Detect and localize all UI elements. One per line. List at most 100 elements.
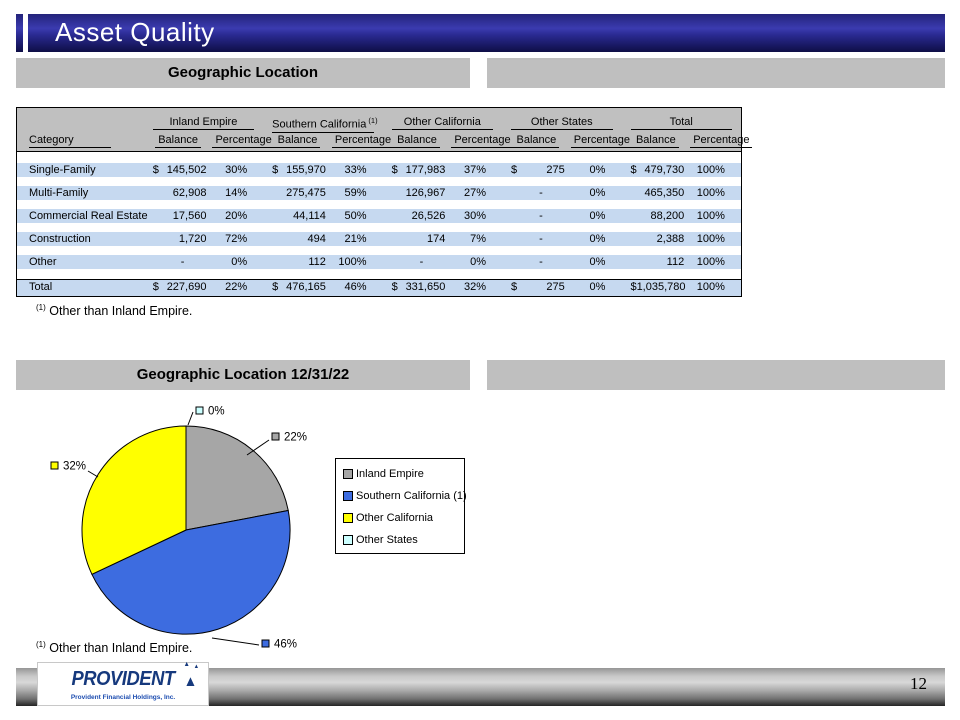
slide-title: Asset Quality: [55, 17, 215, 48]
table-cell-balance: -: [502, 255, 571, 269]
table-cell-category: Single-Family: [17, 163, 144, 177]
legend-item: Southern California (1): [343, 485, 464, 507]
table-cell-balance: 1,720: [144, 232, 213, 246]
pie-leader-line: [247, 440, 269, 455]
legend-marker-icon: [343, 491, 353, 501]
table-cell-percentage: 72%: [212, 232, 263, 246]
table-cell-percentage: 37%: [451, 163, 502, 177]
table-cell-percentage: 0%: [571, 163, 622, 177]
table-cell-balance: 112: [621, 255, 690, 269]
chart-footnote-text: Other than Inland Empire.: [49, 641, 192, 655]
table-cell-category: Commercial Real Estate: [17, 209, 144, 223]
table-cell-percentage: 20%: [212, 209, 263, 223]
table-cell-category: Total: [17, 280, 144, 296]
table-cell-percentage: 100%: [690, 255, 741, 269]
table-footnote-marker: (1): [36, 303, 46, 312]
table-cell-percentage: 0%: [571, 232, 622, 246]
table-row: Other-0%112100%-0%-0%112100%: [17, 255, 741, 269]
legend-marker-icon: [343, 535, 353, 545]
section-header-table-label: Geographic Location: [16, 58, 470, 88]
title-accent-strip: [16, 14, 23, 52]
table-cell-balance: 275,475: [263, 186, 332, 200]
table-cell-percentage: 0%: [571, 186, 622, 200]
title-bar: Asset Quality: [28, 14, 945, 52]
table-group-header-5: Total: [622, 116, 741, 133]
mountain-icon: ▲: [183, 674, 196, 689]
table-cell-balance: 88,200: [621, 209, 690, 223]
legend-marker-icon: [343, 469, 353, 479]
table-cell-percentage: 100%: [690, 186, 741, 200]
table-cell-balance: 17,560: [144, 209, 213, 223]
table-group-header-spacer: [17, 116, 144, 133]
table-body: Single-Family$145,50230%$155,97033%$177,…: [17, 152, 741, 296]
pie-data-label: 22%: [284, 432, 307, 444]
pie-data-label: 32%: [63, 461, 86, 473]
table-cell-balance: 126,967: [383, 186, 452, 200]
table-cell-percentage: 100%: [690, 280, 741, 296]
table-group-header-3: Other California: [383, 116, 502, 133]
pie-chart-legend: Inland Empire Southern California (1) Othe…: [335, 458, 465, 554]
section-header-chart: Geographic Location 12/31/22: [16, 360, 470, 390]
pie-leader-line: [212, 638, 259, 645]
table-cell-balance: -: [383, 255, 452, 269]
provident-logo-subtitle: Provident Financial Holdings, Inc.: [38, 694, 208, 701]
pie-leader-line: [88, 471, 98, 477]
table-cell-balance: $177,983: [383, 163, 452, 177]
chart-footnote-marker: (1): [36, 640, 46, 649]
legend-label: Inland Empire: [356, 468, 424, 480]
table-cell-balance: 62,908: [144, 186, 213, 200]
table-subheader-balance: Balance: [383, 134, 452, 148]
table-row: Commercial Real Estate17,56020%44,11450%…: [17, 209, 741, 223]
table-cell-percentage: 21%: [332, 232, 383, 246]
table-cell-balance: -: [144, 255, 213, 269]
table-cell-percentage: 7%: [451, 232, 502, 246]
table-subheader-balance: Balance: [621, 134, 690, 148]
table-cell-balance: 174: [383, 232, 452, 246]
table-cell-percentage: 100%: [690, 209, 741, 223]
table-cell-balance: $479,730: [621, 163, 690, 177]
table-cell-percentage: 46%: [332, 280, 383, 296]
legend-marker-icon: [343, 513, 353, 523]
table-cell-category: Construction: [17, 232, 144, 246]
table-subheader-balance: Balance: [144, 134, 213, 148]
table-cell-category: Other: [17, 255, 144, 269]
pie-label-marker: [196, 407, 203, 414]
table-cell-percentage: 0%: [571, 280, 622, 296]
table-cell-percentage: 50%: [332, 209, 383, 223]
table-cell-balance: $476,165: [263, 280, 332, 296]
section-header-table: Geographic Location: [16, 58, 470, 88]
table-cell-percentage: 30%: [212, 163, 263, 177]
table-category-header: Category: [29, 134, 111, 148]
pie-label-marker: [272, 433, 279, 440]
provident-logo-wordmark: PROVIDENT ▲ ▲ ▲: [71, 668, 174, 691]
table-subheader-balance: Balance: [263, 134, 332, 148]
table-cell-balance: $1,035,780: [621, 280, 690, 296]
table-cell-balance: 26,526: [383, 209, 452, 223]
legend-item: Other States: [343, 529, 464, 551]
table-row: Multi-Family62,90814%275,47559%126,96727…: [17, 186, 741, 200]
table-cell-percentage: 0%: [212, 255, 263, 269]
table-cell-balance: -: [502, 209, 571, 223]
table-cell-percentage: 22%: [212, 280, 263, 296]
table-footnote-text: Other than Inland Empire.: [49, 304, 192, 318]
table-cell-percentage: 100%: [690, 163, 741, 177]
table-cell-balance: 494: [263, 232, 332, 246]
provident-logo-text: PROVIDENT: [71, 668, 174, 690]
table-category-header-cell: Category: [17, 134, 144, 148]
table-group-header-1: Inland Empire: [144, 116, 263, 133]
table-cell-balance: $155,970: [263, 163, 332, 177]
table-group-header-4: Other States: [502, 116, 621, 133]
table-footnote: (1) Other than Inland Empire.: [36, 303, 192, 318]
table-cell-balance: $227,690: [144, 280, 213, 296]
table-subheader-percentage: Percentage: [571, 134, 622, 148]
table-row: Construction1,72072%49421%1747%-0%2,3881…: [17, 232, 741, 246]
legend-item: Other California: [343, 507, 464, 529]
table-cell-percentage: 100%: [690, 232, 741, 246]
table-subheader-percentage: Percentage: [332, 134, 383, 148]
table-cell-balance: -: [502, 186, 571, 200]
slide: Asset Quality Geographic Location Inland…: [0, 0, 960, 720]
table-cell-balance: 465,350: [621, 186, 690, 200]
table-cell-percentage: 100%: [332, 255, 383, 269]
table-cell-percentage: 14%: [212, 186, 263, 200]
legend-label: Other California: [356, 512, 433, 524]
